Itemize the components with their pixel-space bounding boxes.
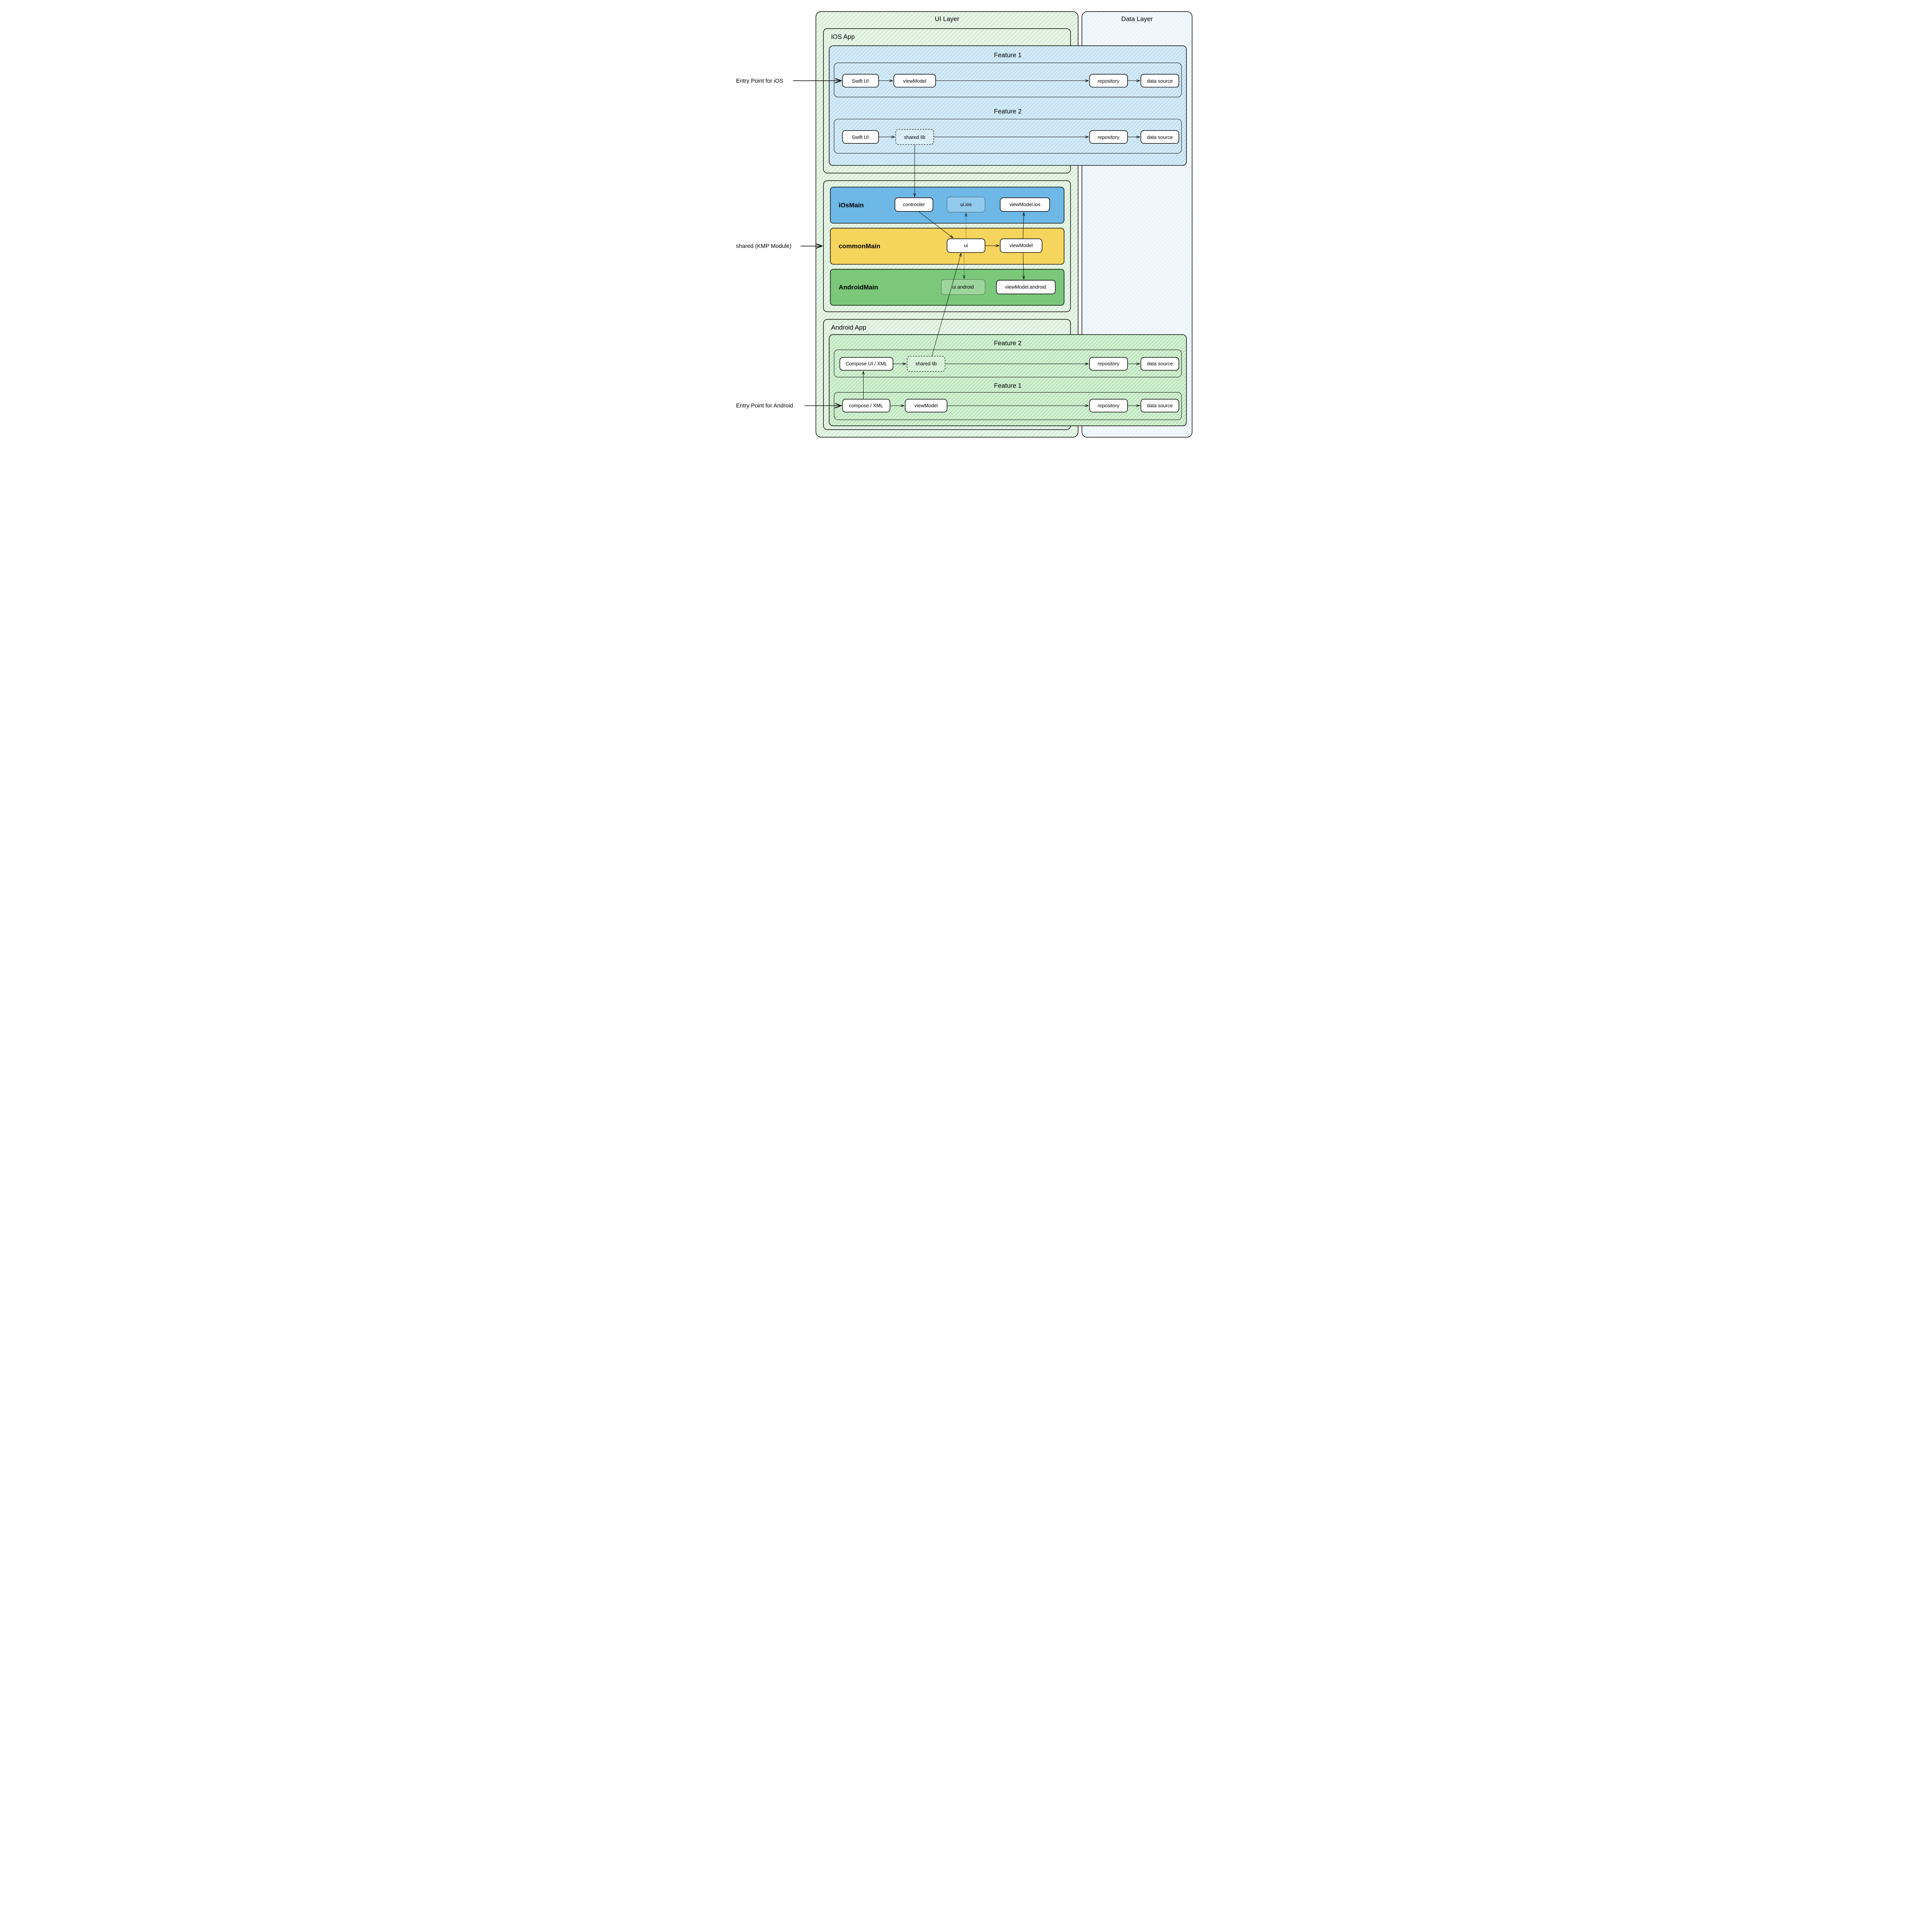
entry-android-label: Entry Point for Android [736, 403, 793, 409]
ios-f1-swiftui: Swift UI [852, 78, 869, 84]
android-f1-compose: compose / XML [849, 403, 883, 408]
data-layer-title: Data Layer [1121, 15, 1153, 22]
android-f1-datasource: data source [1147, 403, 1173, 408]
androidmain-vmandroid: viewModel.android [1005, 284, 1046, 290]
commonmain-title: commonMain [838, 243, 880, 250]
architecture-diagram: UI Layer Data Layer iOS App Feature 1 Sw… [734, 8, 1198, 441]
ios-f2-swiftui: Swift UI [852, 134, 869, 140]
ios-f1-repo: repository [1098, 78, 1120, 84]
androidmain-uiandroid: ui.android [952, 284, 974, 290]
androidmain-title: AndroidMain [838, 284, 878, 291]
ios-features-box [829, 46, 1187, 165]
commonmain-ui: ui [964, 243, 968, 248]
entry-ios-label: Entry Point for iOS [736, 78, 783, 84]
iosmain-title: iOsMain [838, 201, 864, 209]
ios-feature1-title: Feature 1 [994, 51, 1022, 59]
ios-app-title: iOS App [831, 33, 855, 41]
android-f1-viewmodel: viewModel [915, 403, 938, 408]
commonmain-vm: viewModel [1009, 243, 1032, 248]
android-f2-repo: repository [1098, 361, 1120, 367]
ios-f2-repo: repository [1098, 134, 1120, 140]
iosmain-vmios: viewModel.ios [1009, 201, 1040, 207]
ios-f1-viewmodel: viewModel [903, 78, 926, 84]
android-app-title: Android App [831, 324, 866, 331]
android-f2-compose: Compose UI / XML [845, 361, 887, 367]
ios-f1-datasource: data source [1147, 78, 1173, 84]
iosmain-uiios: ui.ios [960, 201, 972, 207]
android-f1-repo: repository [1098, 403, 1120, 408]
android-feature2-title: Feature 2 [994, 339, 1022, 347]
ios-f2-datasource: data source [1147, 134, 1173, 140]
iosmain-controller: controoler [903, 201, 925, 207]
ios-f2-sharedlib: shared lib [904, 134, 925, 140]
android-feature1-title: Feature 1 [994, 382, 1022, 389]
ios-feature2-title: Feature 2 [994, 107, 1022, 115]
shared-kmp-label: shared (KMP Module) [736, 243, 791, 250]
android-f2-sharedlib: shared lib [915, 361, 937, 367]
ui-layer-title: UI Layer [935, 15, 959, 22]
android-f2-datasource: data source [1147, 361, 1173, 367]
